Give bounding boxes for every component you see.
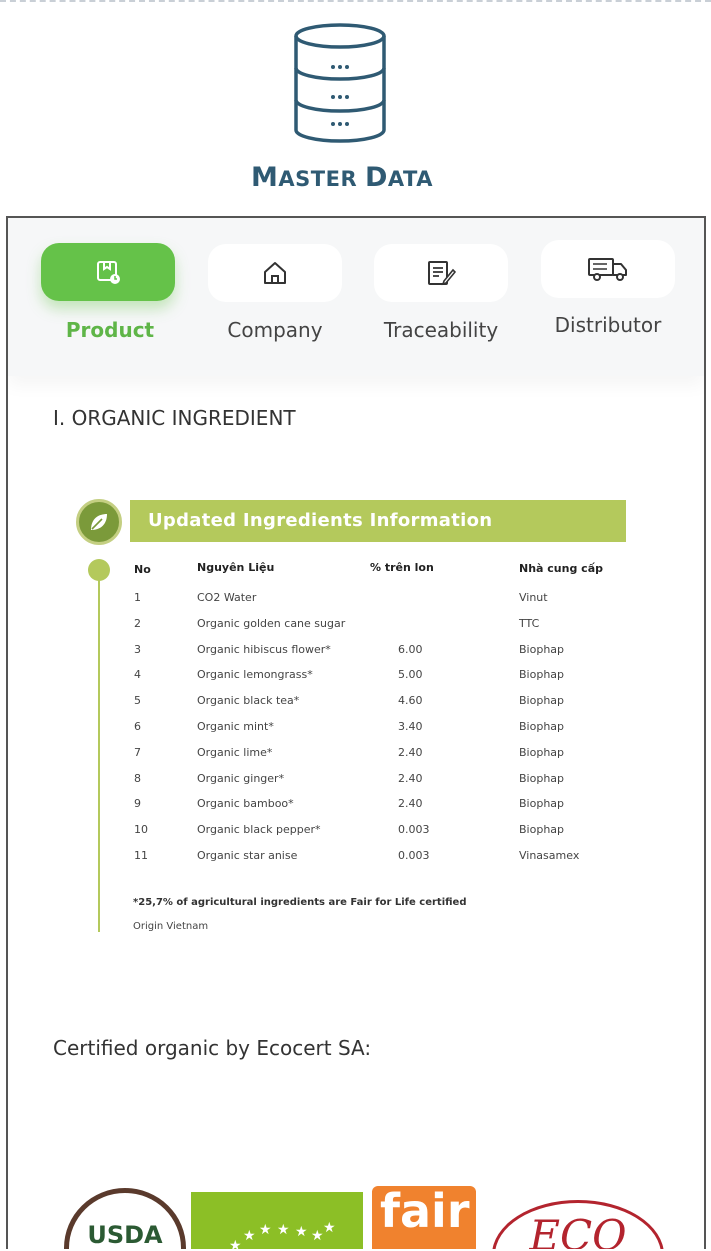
- timeline-line: [98, 574, 100, 932]
- cell-supplier: Biophap: [519, 668, 565, 682]
- cell-percent: 2.40: [398, 745, 423, 759]
- cell-ingredient: Organic ginger*: [197, 771, 285, 785]
- phone-frame: Product Company Traceability Distributor…: [6, 216, 706, 1249]
- cell-no: 11: [134, 849, 148, 862]
- section-heading: I. ORGANIC INGREDIENT: [53, 406, 296, 430]
- svg-text:★: ★: [277, 1222, 290, 1238]
- ecocert-logo: ECO: [492, 1200, 664, 1249]
- certification-heading: Certified organic by Ecocert SA:: [53, 1036, 372, 1060]
- ingredients-banner-title: Updated Ingredients Information: [148, 510, 493, 531]
- col-header-no: No: [134, 563, 151, 576]
- cell-supplier: TTC: [519, 616, 540, 630]
- ingredients-banner: Updated Ingredients Information: [130, 500, 626, 542]
- col-header-supplier: Nhà cung cấp: [519, 562, 603, 575]
- cell-ingredient: Organic mint*: [197, 720, 274, 733]
- eu-organic-logo: ★ ★ ★ ★ ★ ★ ★: [191, 1192, 363, 1249]
- cell-no: 7: [134, 745, 141, 759]
- tab-company[interactable]: Company: [190, 218, 360, 368]
- cell-percent: 0.003: [398, 849, 430, 862]
- svg-text:★: ★: [323, 1220, 336, 1236]
- home-icon: [264, 262, 286, 284]
- cell-no: 5: [134, 694, 141, 708]
- svg-text:★: ★: [229, 1238, 242, 1249]
- document-edit-icon: [428, 261, 456, 286]
- cell-supplier: Biophap: [519, 771, 565, 785]
- cell-supplier: Biophap: [519, 720, 565, 733]
- svg-text:★: ★: [259, 1222, 272, 1238]
- cell-percent: 4.60: [398, 694, 423, 708]
- product-box-icon: [97, 261, 120, 284]
- cell-ingredient: Organic star anise: [197, 849, 298, 862]
- cell-ingredient: Organic golden cane sugar: [197, 616, 346, 630]
- svg-text:★: ★: [295, 1224, 308, 1240]
- cell-ingredient: Organic black pepper*: [197, 823, 321, 837]
- cell-percent: 6.00: [398, 642, 423, 656]
- tab-company-button[interactable]: [208, 244, 342, 302]
- cell-no: 3: [134, 642, 141, 656]
- truck-icon: [588, 258, 627, 281]
- svg-text:★: ★: [311, 1228, 324, 1244]
- cell-supplier: Biophap: [519, 694, 565, 708]
- cell-no: 1: [134, 591, 141, 604]
- svg-text:★: ★: [243, 1228, 256, 1244]
- usda-logo: USDA: [64, 1188, 186, 1249]
- cell-no: 8: [134, 771, 141, 785]
- tab-product[interactable]: Product: [25, 218, 195, 368]
- cell-supplier: Biophap: [519, 745, 565, 759]
- cell-supplier: Biophap: [519, 642, 565, 656]
- cell-percent: 2.40: [398, 771, 423, 785]
- col-header-percent: % trên lon: [370, 561, 434, 574]
- cell-no: 9: [134, 797, 141, 811]
- tab-distributor[interactable]: Distributor: [523, 218, 693, 368]
- leaf-icon: [76, 499, 122, 545]
- cell-ingredient: CO2 Water: [197, 591, 257, 604]
- cell-no: 6: [134, 720, 141, 733]
- cell-supplier: Vinut: [519, 591, 548, 604]
- cell-supplier: Biophap: [519, 797, 565, 811]
- cell-percent: 0.003: [398, 823, 430, 837]
- cell-no: 2: [134, 616, 141, 630]
- tab-traceability-label: Traceability: [383, 318, 499, 342]
- cell-percent: 3.40: [398, 720, 423, 733]
- tab-traceability[interactable]: Traceability: [356, 218, 526, 368]
- cell-percent: 5.00: [398, 668, 423, 682]
- fair-for-life-logo: fair: [372, 1184, 476, 1249]
- tab-traceability-button[interactable]: [374, 244, 508, 302]
- database-icon: [294, 23, 386, 143]
- cell-supplier: Vinasamex: [519, 849, 580, 862]
- tab-distributor-label: Distributor: [554, 313, 662, 337]
- cell-ingredient: Organic black tea*: [197, 694, 300, 708]
- cell-ingredient: Organic lime*: [197, 745, 273, 759]
- cell-no: 4: [134, 668, 141, 682]
- cell-ingredient: Organic lemongrass*: [197, 668, 313, 682]
- tab-product-label: Product: [65, 318, 155, 342]
- page-title: MASTER DATA: [251, 162, 433, 193]
- top-dashed-border: [0, 0, 711, 2]
- cell-no: 10: [134, 823, 148, 837]
- cell-percent: 2.40: [398, 797, 423, 811]
- col-header-name: Nguyên Liệu: [197, 561, 275, 574]
- tab-distributor-button[interactable]: [541, 240, 675, 298]
- cell-ingredient: Organic bamboo*: [197, 797, 294, 811]
- tab-product-button[interactable]: [41, 243, 175, 301]
- cell-supplier: Biophap: [519, 823, 565, 837]
- fair-note: *25,7% of agricultural ingredients are F…: [133, 897, 467, 908]
- tab-company-label: Company: [227, 318, 323, 342]
- origin-note: Origin Vietnam: [133, 921, 209, 932]
- cell-ingredient: Organic hibiscus flower*: [197, 642, 331, 656]
